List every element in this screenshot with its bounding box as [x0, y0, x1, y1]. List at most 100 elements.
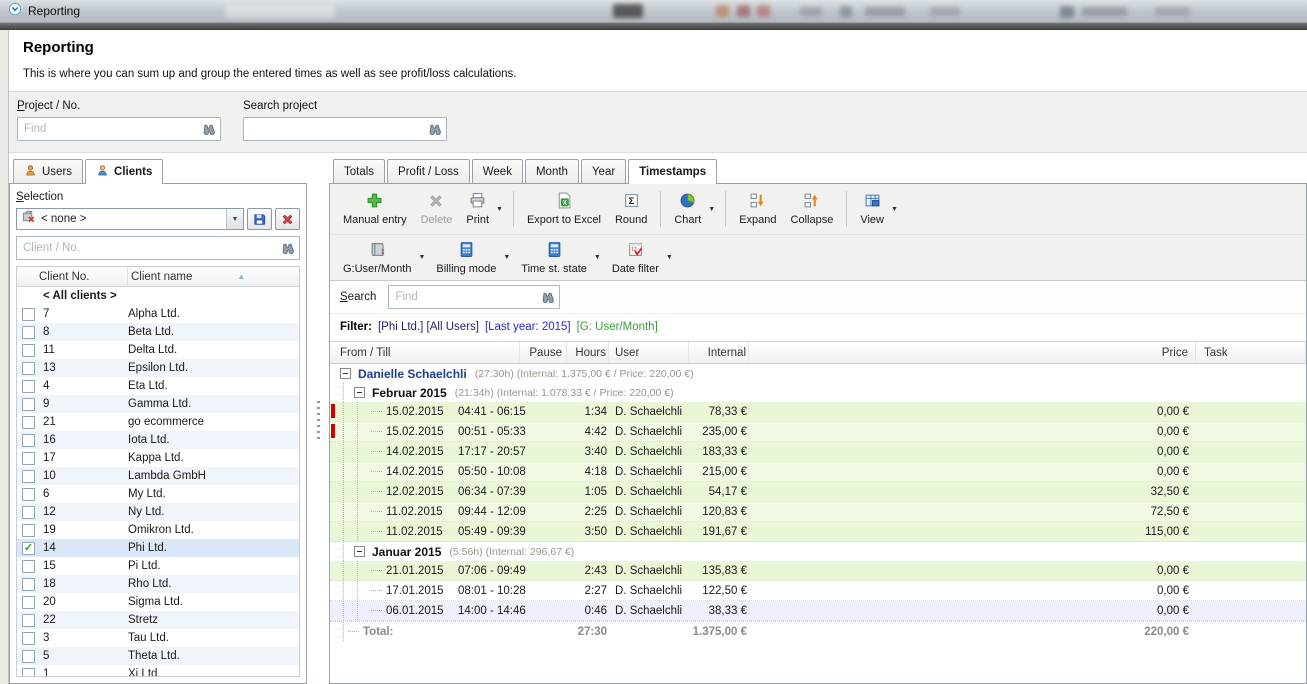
timestamp-row[interactable]: 12.02.201506:34 - 07:391:05D. Schaelchli… [330, 482, 1306, 502]
collapse-button[interactable]: Collapse [784, 190, 841, 228]
checkbox-unchecked[interactable] [22, 452, 35, 465]
timestamp-row[interactable]: 21.01.201507:06 - 09:492:43D. Schaelchli… [330, 561, 1306, 581]
chart-button[interactable]: Chart [667, 190, 708, 228]
tab-month[interactable]: Month [525, 159, 579, 183]
user-group-row[interactable]: Danielle Schaelchli(27:30h) (Internal: 1… [330, 364, 1306, 383]
dropdown-arrow-icon[interactable]: ▼ [891, 206, 898, 213]
client-row[interactable]: 12Ny Ltd. [17, 503, 299, 521]
checkbox-unchecked[interactable] [22, 434, 35, 447]
view-button[interactable]: View [853, 190, 891, 228]
client-row[interactable]: 20Sigma Ltd. [17, 593, 299, 611]
panel-splitter[interactable] [307, 159, 329, 684]
checkbox-unchecked[interactable] [22, 380, 35, 393]
client-row[interactable]: 22Stretz [17, 611, 299, 629]
dropdown-arrow-icon[interactable]: ▼ [708, 206, 715, 213]
client-row[interactable]: 8Beta Ltd. [17, 323, 299, 341]
month-group-row[interactable]: Januar 2015(5:56h) (Internal: 296,67 €) [330, 542, 1306, 561]
checkbox-unchecked[interactable] [22, 596, 35, 609]
client-row[interactable]: 6My Ltd. [17, 485, 299, 503]
checkbox-unchecked[interactable] [22, 506, 35, 519]
timestamp-row[interactable]: 11.02.201505:49 - 09:393:50D. Schaelchli… [330, 522, 1306, 542]
dropdown-arrow-icon[interactable]: ▼ [503, 254, 510, 261]
dropdown-arrow-icon[interactable]: ▼ [666, 254, 673, 261]
checkbox-unchecked[interactable] [22, 488, 35, 501]
month-group-row[interactable]: Februar 2015(21:34h) (Internal: 1.078,33… [330, 383, 1306, 402]
checkbox-unchecked[interactable] [22, 416, 35, 429]
export-to-excel-button[interactable]: XExport to Excel [520, 190, 608, 228]
client-row[interactable]: 9Gamma Ltd. [17, 395, 299, 413]
timestamp-row[interactable]: 14.02.201505:50 - 10:084:18D. Schaelchli… [330, 462, 1306, 482]
tab-users[interactable]: Users [13, 159, 83, 183]
all-clients-row[interactable]: < All clients > [17, 287, 299, 305]
client-row[interactable]: 4Eta Ltd. [17, 377, 299, 395]
timestamps-search-input[interactable] [389, 291, 538, 303]
client-row[interactable]: 18Rho Ltd. [17, 575, 299, 593]
checkbox-unchecked[interactable] [22, 632, 35, 645]
selection-combobox[interactable]: < none > ▼ [16, 208, 244, 230]
hours-column-header[interactable]: Hours [567, 342, 609, 363]
checkbox-unchecked[interactable] [22, 560, 35, 573]
search-project-input[interactable] [244, 123, 425, 135]
binoculars-icon[interactable] [199, 122, 217, 137]
timestamp-row[interactable]: 11.02.201509:44 - 12:092:25D. Schaelchli… [330, 502, 1306, 522]
client-row[interactable]: 21go ecommerce [17, 413, 299, 431]
collapse-expander-icon[interactable] [354, 387, 365, 398]
billing-mode-button[interactable]: Billing mode [429, 239, 503, 277]
timestamp-row[interactable]: 15.02.201504:41 - 06:151:34D. Schaelchli… [330, 402, 1306, 422]
checkbox-unchecked[interactable] [22, 362, 35, 375]
checkbox-unchecked[interactable] [22, 650, 35, 663]
client-filter-input[interactable] [17, 242, 278, 254]
print-button[interactable]: Print [459, 190, 496, 228]
checkbox-unchecked[interactable] [22, 524, 35, 537]
round-button[interactable]: ΣRound [608, 190, 654, 228]
client-row[interactable]: 7Alpha Ltd. [17, 305, 299, 323]
binoculars-icon[interactable] [538, 290, 556, 305]
tab-week[interactable]: Week [472, 159, 523, 183]
task-column-header[interactable]: Task [1196, 342, 1306, 363]
checkbox-unchecked[interactable] [22, 578, 35, 591]
checkbox-checked[interactable]: ✓ [22, 542, 35, 555]
client-name-column-header[interactable]: Client name ▲ [128, 271, 299, 283]
collapse-expander-icon[interactable] [340, 368, 351, 379]
delete-selection-button[interactable] [275, 208, 300, 230]
internal-column-header[interactable]: Internal [689, 342, 749, 363]
manual-entry-button[interactable]: Manual entry [336, 190, 414, 228]
g-user-month-button[interactable]: G:User/Month [336, 239, 418, 277]
user-column-header[interactable]: User [609, 342, 689, 363]
tab-year[interactable]: Year [581, 159, 626, 183]
checkbox-unchecked[interactable] [22, 398, 35, 411]
client-row[interactable]: 5Theta Ltd. [17, 647, 299, 665]
timestamp-row[interactable]: 06.01.201514:00 - 14:460:46D. Schaelchli… [330, 601, 1306, 621]
timestamp-row[interactable]: 15.02.201500:51 - 05:334:42D. Schaelchli… [330, 422, 1306, 442]
client-row[interactable]: 13Epsilon Ltd. [17, 359, 299, 377]
client-row[interactable]: 11Delta Ltd. [17, 341, 299, 359]
pause-column-header[interactable]: Pause [520, 342, 567, 363]
checkbox-unchecked[interactable] [22, 326, 35, 339]
client-no-column-header[interactable]: Client No. [17, 267, 128, 286]
project-no-input[interactable] [18, 123, 199, 135]
checkbox-unchecked[interactable] [22, 668, 35, 677]
tab-clients[interactable]: Clients [85, 159, 163, 184]
dropdown-arrow-icon[interactable]: ▼ [594, 254, 601, 261]
binoculars-icon[interactable] [278, 241, 296, 256]
time-st-state-button[interactable]: Time st. state [514, 239, 594, 277]
collapse-expander-icon[interactable] [354, 546, 365, 557]
client-row[interactable]: 16Iota Ltd. [17, 431, 299, 449]
client-row[interactable]: 17Kappa Ltd. [17, 449, 299, 467]
tab-totals[interactable]: Totals [333, 159, 385, 183]
price-column-header[interactable]: Price [749, 342, 1196, 363]
dropdown-arrow-icon[interactable]: ▼ [418, 254, 425, 261]
client-row[interactable]: 3Tau Ltd. [17, 629, 299, 647]
checkbox-unchecked[interactable] [22, 614, 35, 627]
client-row[interactable]: ✓14Phi Ltd. [17, 539, 299, 557]
dropdown-arrow-icon[interactable]: ▼ [496, 206, 503, 213]
save-selection-button[interactable] [247, 208, 272, 230]
timestamp-row[interactable]: 14.02.201517:17 - 20:573:40D. Schaelchli… [330, 442, 1306, 462]
client-row[interactable]: 10Lambda GmbH [17, 467, 299, 485]
client-row[interactable]: 15Pi Ltd. [17, 557, 299, 575]
tab-profit-loss[interactable]: Profit / Loss [387, 159, 470, 183]
client-row[interactable]: 19Omikron Ltd. [17, 521, 299, 539]
timestamp-row[interactable]: 17.01.201508:01 - 10:282:27D. Schaelchli… [330, 581, 1306, 601]
chevron-down-icon[interactable]: ▼ [226, 209, 243, 229]
checkbox-unchecked[interactable] [22, 308, 35, 321]
